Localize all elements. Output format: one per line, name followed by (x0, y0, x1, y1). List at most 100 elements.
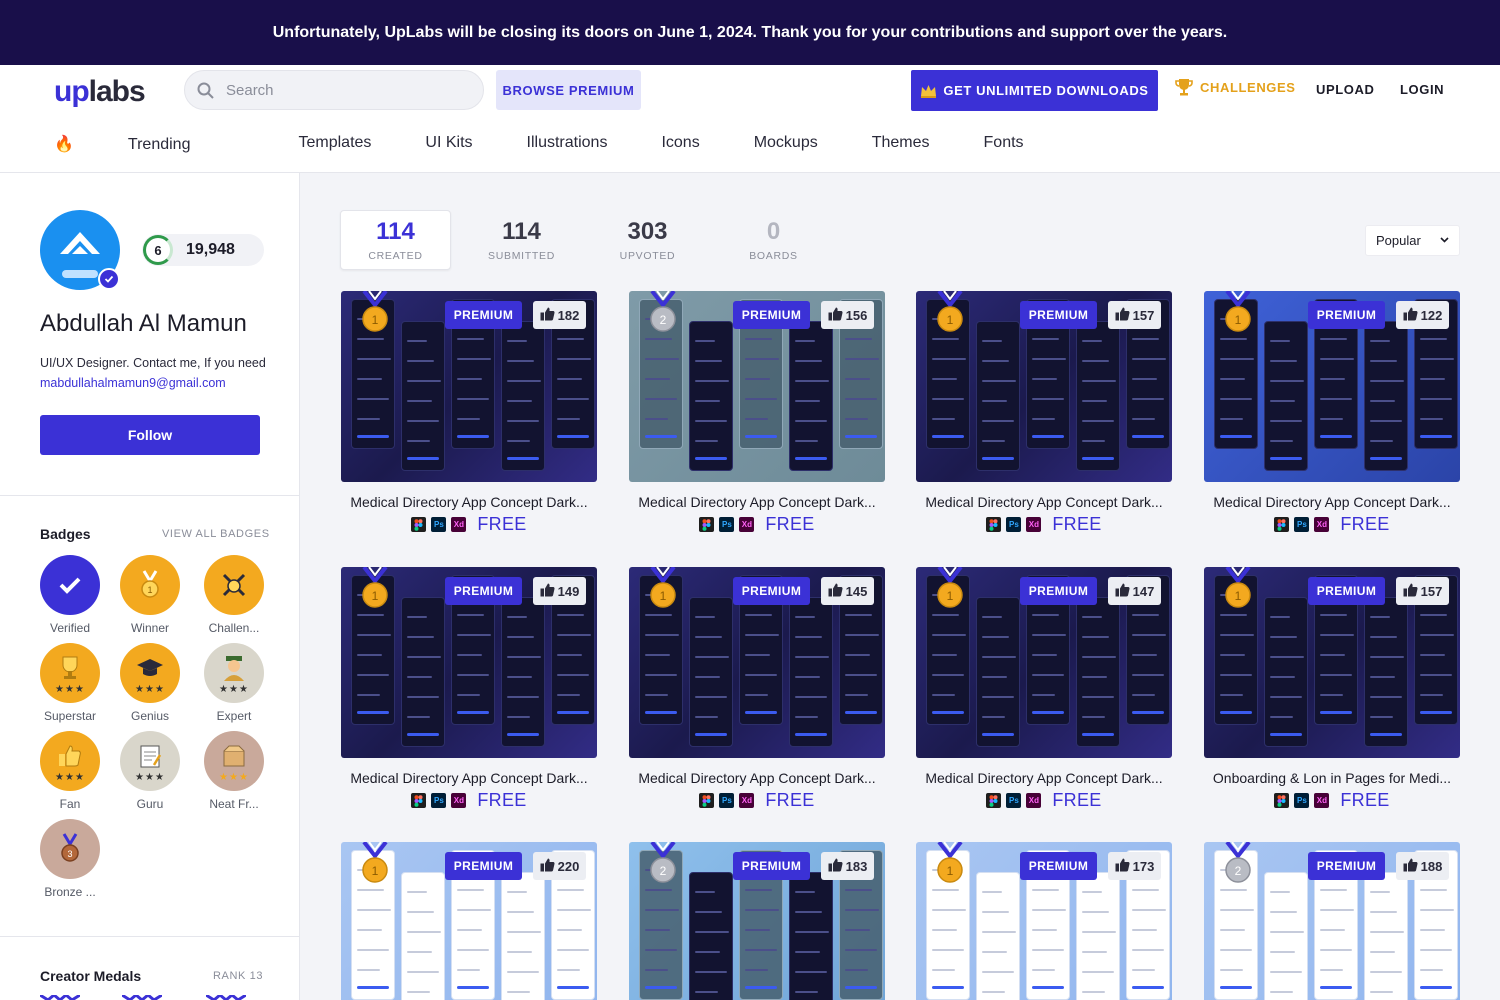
upvote-button[interactable]: 173 (1108, 852, 1161, 880)
shot-title[interactable]: Medical Directory App Concept Dark... (916, 770, 1172, 786)
tab-submitted[interactable]: 114 SUBMITTED (466, 210, 577, 270)
shot-thumbnail[interactable]: 1 PREMIUM 149 (341, 567, 597, 758)
screen-line (1132, 338, 1159, 340)
upvote-button[interactable]: 122 (1396, 301, 1449, 329)
shot-thumbnail[interactable]: 1 PREMIUM 147 (916, 567, 1172, 758)
nav-item-trending[interactable]: 🔥 Trending (54, 134, 244, 154)
shot-thumbnail[interactable]: 1 PREMIUM 182 (341, 291, 597, 482)
shot-title[interactable]: Medical Directory App Concept Dark... (629, 770, 885, 786)
nav-item-themes[interactable]: Themes (872, 134, 930, 154)
email-link[interactable]: mabdullahalmamun9@gmail.com (40, 376, 226, 390)
screen-line (845, 338, 872, 340)
screen-line (795, 400, 820, 402)
shot-card[interactable]: 2 PREMIUM 156 Medical Directory App Concept… (629, 291, 885, 535)
upvote-button[interactable]: 147 (1108, 577, 1161, 605)
screen-line (695, 440, 718, 442)
shot-title[interactable]: Medical Directory App Concept Dark... (916, 494, 1172, 510)
shot-card[interactable]: 1 PREMIUM 157 Medical Directory App Concept… (916, 291, 1172, 535)
badge-bronze[interactable]: 3 Bronze ... (30, 819, 110, 899)
banner-text: Unfortunately, UpLabs will be closing it… (272, 23, 1228, 41)
shot-thumbnail[interactable]: 1 PREMIUM 145 (629, 567, 885, 758)
shot-card[interactable]: 1 PREMIUM 145 Medical Directory App Concept… (629, 567, 885, 811)
upvote-button[interactable]: 145 (821, 577, 874, 605)
badge-winner[interactable]: 1 Winner (110, 555, 190, 635)
screen-line (1032, 634, 1066, 636)
badge-guru[interactable]: ★★★ Guru (110, 731, 190, 811)
search-input[interactable] (226, 81, 466, 99)
shot-card[interactable]: 1 PREMIUM 147 Medical Directory App Concept… (916, 567, 1172, 811)
shot-title[interactable]: Onboarding & Lon in Pages for Medi... (1204, 770, 1460, 786)
upvote-button[interactable]: 182 (533, 301, 586, 329)
upvote-button[interactable]: 149 (533, 577, 586, 605)
shot-card[interactable]: 2 PREMIUM 188 (1204, 842, 1460, 1000)
nav-item-illustrations[interactable]: Illustrations (527, 134, 608, 154)
shot-thumbnail[interactable]: 2 PREMIUM 156 (629, 291, 885, 482)
nav-item-fonts[interactable]: Fonts (984, 134, 1024, 154)
view-all-badges-link[interactable]: VIEW ALL BADGES (162, 528, 270, 540)
badge-verified[interactable]: Verified (30, 555, 110, 635)
shot-title[interactable]: Medical Directory App Concept Dark... (341, 770, 597, 786)
upvote-button[interactable]: 157 (1108, 301, 1161, 329)
badge-challenger[interactable]: Challen... (194, 555, 274, 635)
shot-thumbnail[interactable]: 1 PREMIUM 157 (916, 291, 1172, 482)
search-box[interactable] (184, 70, 484, 110)
person-icon: ★★★ (204, 643, 264, 703)
browse-premium-button[interactable]: BROWSE PREMIUM (496, 70, 641, 110)
get-unlimited-downloads-button[interactable]: GET UNLIMITED DOWNLOADS (911, 70, 1158, 111)
shot-card[interactable]: 1 PREMIUM 173 (916, 842, 1172, 1000)
badge-superstar[interactable]: ★★★ Superstar (30, 643, 110, 723)
follow-button[interactable]: Follow (40, 415, 260, 455)
shot-thumbnail[interactable]: 1 PREMIUM 122 (1204, 291, 1460, 482)
shot-card[interactable]: 1 PREMIUM 122 Medical Directory App Concept… (1204, 291, 1460, 535)
badge-fan[interactable]: ★★★ Fan (30, 731, 110, 811)
shot-card[interactable]: 1 PREMIUM 149 Medical Directory App Concept… (341, 567, 597, 811)
tab-created[interactable]: 114 CREATED (340, 210, 451, 270)
upvote-button[interactable]: 220 (533, 852, 586, 880)
screen-button (357, 435, 389, 438)
sort-select[interactable]: Popular (1365, 225, 1460, 256)
shot-title[interactable]: Medical Directory App Concept Dark... (1204, 494, 1460, 510)
badge-stars: ★★★ (219, 684, 249, 695)
screen-line (1320, 694, 1343, 696)
screen-line (1082, 931, 1116, 933)
nav-item-templates[interactable]: Templates (298, 134, 371, 154)
badge-expert[interactable]: ★★★ Expert (194, 643, 274, 723)
uplabs-logo[interactable]: uplabs (54, 75, 146, 109)
shot-thumbnail[interactable]: 2 PREMIUM 183 (629, 842, 885, 1000)
screen-line (1270, 931, 1304, 933)
upvote-button[interactable]: 157 (1396, 577, 1449, 605)
nav-item-ui-kits[interactable]: UI Kits (425, 134, 472, 154)
screen-line (357, 614, 384, 616)
tab-boards[interactable]: 0 BOARDS (718, 210, 829, 270)
upload-link[interactable]: UPLOAD (1316, 82, 1375, 97)
nav-item-icons[interactable]: Icons (661, 134, 699, 154)
screen-line (1032, 969, 1055, 971)
shot-title[interactable]: Medical Directory App Concept Dark... (629, 494, 885, 510)
screen-line (845, 614, 872, 616)
shot-thumbnail[interactable]: 1 PREMIUM 220 (341, 842, 597, 1000)
badge-label: Neat Fr... (209, 797, 259, 811)
challenges-link[interactable]: CHALLENGES (1174, 77, 1296, 97)
shot-card[interactable]: 1 PREMIUM 182 Medical Directory App Concept… (341, 291, 597, 535)
shot-card[interactable]: 1 PREMIUM 220 (341, 842, 597, 1000)
shot-title[interactable]: Medical Directory App Concept Dark... (341, 494, 597, 510)
photoshop-icon: Ps (431, 517, 447, 532)
shot-thumbnail[interactable]: 1 PREMIUM 173 (916, 842, 1172, 1000)
screen-button (1420, 435, 1452, 438)
shot-thumbnail[interactable]: 1 PREMIUM 157 (1204, 567, 1460, 758)
badges-title: Badges (40, 526, 91, 542)
tab-upvoted[interactable]: 303 UPVOTED (592, 210, 703, 270)
login-link[interactable]: LOGIN (1400, 82, 1444, 97)
badge-genius[interactable]: ★★★ Genius (110, 643, 190, 723)
nav-item-mockups[interactable]: Mockups (754, 134, 818, 154)
shot-thumbnail[interactable]: 2 PREMIUM 188 (1204, 842, 1460, 1000)
upvote-button[interactable]: 188 (1396, 852, 1449, 880)
badge-stars: ★★★ (219, 772, 249, 783)
shot-card[interactable]: 2 PREMIUM 183 (629, 842, 885, 1000)
screen-button (1420, 711, 1452, 714)
user-score: 6 19,948 (142, 234, 264, 266)
badge-neat-freak[interactable]: ★★★ Neat Fr... (194, 731, 274, 811)
upvote-button[interactable]: 156 (821, 301, 874, 329)
upvote-button[interactable]: 183 (821, 852, 874, 880)
shot-card[interactable]: 1 PREMIUM 157 Onboarding & Lon in Pages for… (1204, 567, 1460, 811)
